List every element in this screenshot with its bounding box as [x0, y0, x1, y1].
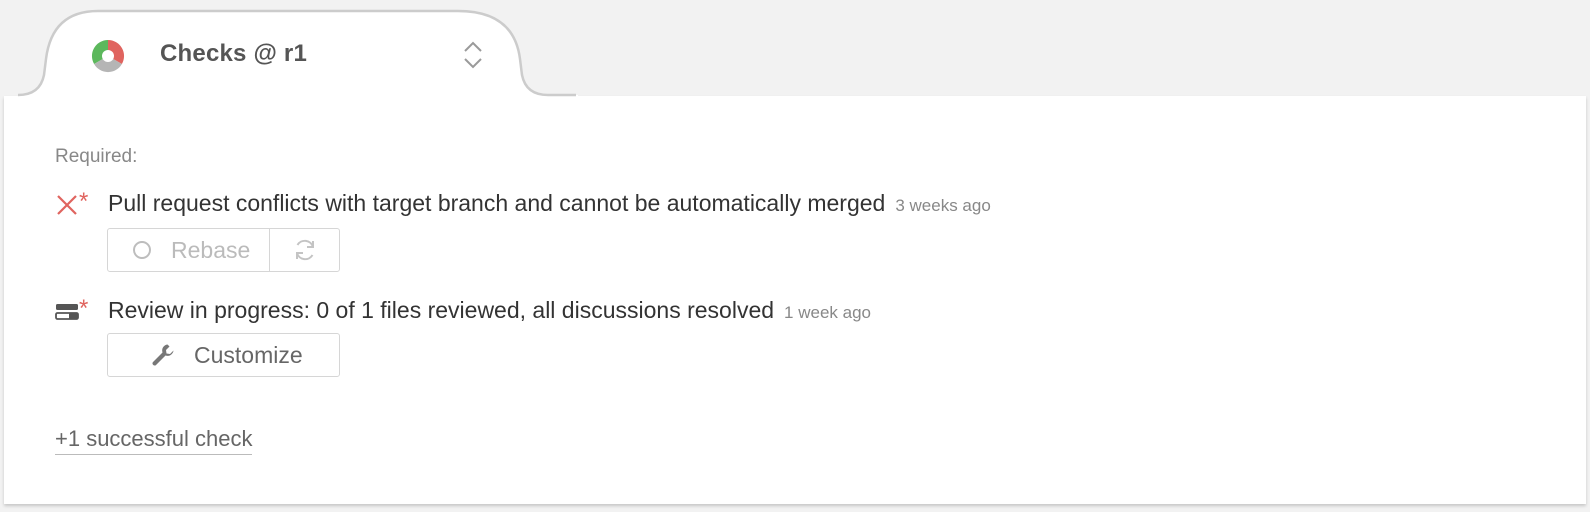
customize-button-label: Customize — [194, 341, 303, 368]
check-row-review: * Review in progress: 0 of 1 files revie… — [55, 294, 955, 328]
expand-collapse-chevron-icon[interactable] — [461, 39, 485, 71]
check-timestamp: 1 week ago — [784, 303, 871, 322]
failed-x-icon: * — [57, 188, 88, 215]
customize-button[interactable]: Customize — [107, 333, 340, 377]
rebase-status-circle-icon — [133, 241, 151, 259]
page-title: Checks @ r1 — [160, 40, 308, 67]
checks-tab: Checks @ r1 — [18, 9, 578, 104]
check-text: Pull request conflicts with target branc… — [108, 190, 991, 217]
refresh-button[interactable] — [270, 229, 339, 271]
review-in-progress-icon: * — [55, 295, 88, 322]
check-description: Pull request conflicts with target branc… — [108, 190, 886, 216]
wrench-icon — [152, 344, 174, 366]
status-pie-icon — [91, 39, 125, 73]
check-timestamp: 3 weeks ago — [895, 196, 991, 215]
required-label: Required: — [55, 146, 138, 167]
checks-widget: Checks @ r1 Required: * Pull request con… — [0, 0, 1590, 512]
check-row-conflicts: * Pull request conflicts with target bra… — [55, 187, 1055, 221]
rebase-button-group: Rebase — [107, 228, 340, 272]
check-text: Review in progress: 0 of 1 files reviewe… — [108, 297, 871, 324]
refresh-icon — [295, 239, 314, 261]
rebase-button[interactable]: Rebase — [108, 229, 270, 271]
required-asterisk: * — [79, 188, 88, 215]
rebase-button-label: Rebase — [171, 236, 251, 263]
successful-checks-link[interactable]: +1 successful check — [55, 426, 253, 455]
check-description: Review in progress: 0 of 1 files reviewe… — [108, 297, 775, 323]
required-asterisk: * — [79, 295, 88, 322]
